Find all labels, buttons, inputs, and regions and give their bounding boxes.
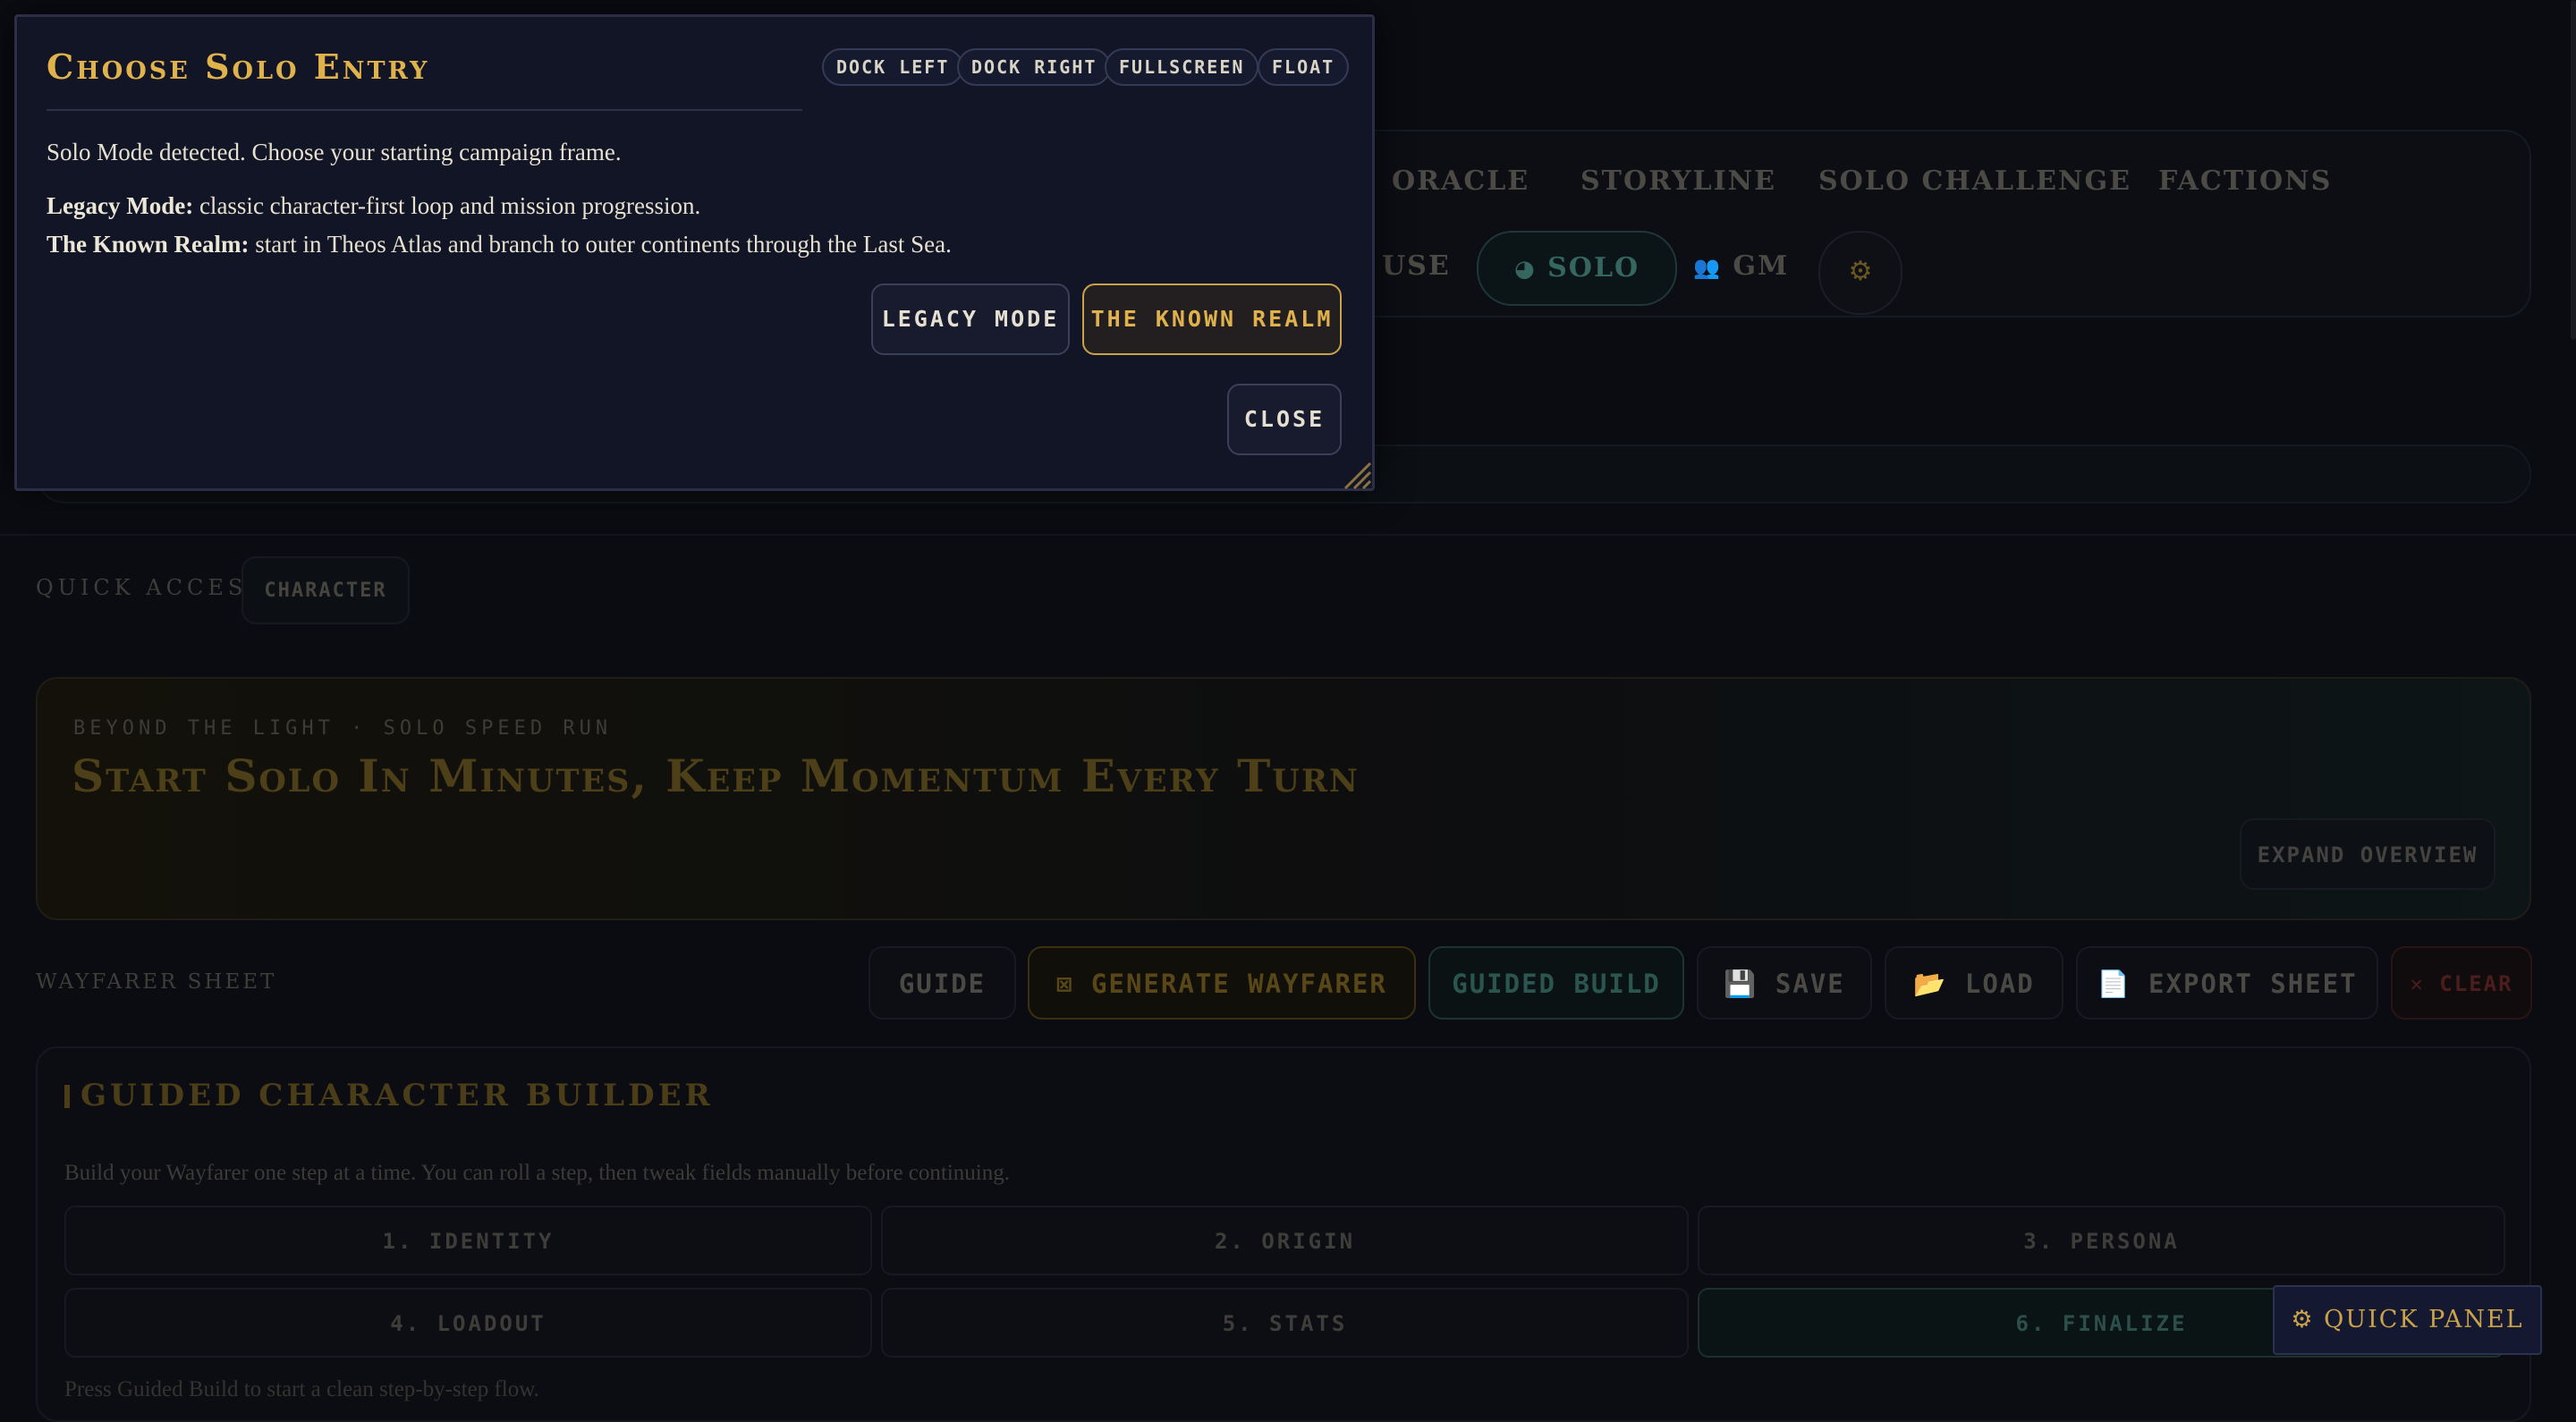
step-loadout[interactable]: 4. LOADOUT [64, 1288, 872, 1358]
float-button[interactable]: FLOAT [1258, 48, 1350, 86]
mode-solo-label: SOLO [1547, 252, 1640, 284]
expand-overview-button[interactable]: EXPAND OVERVIEW [2240, 818, 2496, 890]
mode-solo[interactable]: ◕ SOLO [1477, 231, 1678, 306]
tab-factions[interactable]: FACTIONS [2158, 164, 2332, 199]
tab-storyline[interactable]: STORYLINE [1580, 164, 1776, 199]
generate-wayfarer-button[interactable]: ⊠ GENERATE WAYFARER [1028, 946, 1416, 1020]
users-icon: 👥 [1693, 254, 1722, 280]
legacy-text: classic character-first loop and mission… [193, 192, 701, 219]
tab-oracle[interactable]: ORACLE [1392, 164, 1530, 199]
builder-footer: Press Guided Build to start a clean step… [64, 1377, 539, 1401]
guide-button[interactable]: GUIDE [869, 946, 1016, 1020]
modal-intro: Solo Mode detected. Choose your starting… [47, 139, 622, 165]
mode-gm-label: GM [1733, 250, 1790, 282]
legacy-label: Legacy Mode: [47, 192, 194, 219]
realm-description: The Known Realm: start in Theos Atlas an… [47, 231, 952, 258]
known-realm-button[interactable]: THE KNOWN REALM [1082, 284, 1342, 355]
dock-right-button[interactable]: DOCK RIGHT [957, 48, 1112, 86]
hero-title: Start Solo In Minutes, Keep Momentum Eve… [72, 749, 1360, 802]
quick-access-label: QUICK ACCESS [36, 575, 267, 600]
wayfarer-sheet-label: WAYFARER SHEET [36, 970, 277, 994]
legacy-mode-button[interactable]: LEGACY MODE [871, 284, 1070, 355]
fullscreen-button[interactable]: FULLSCREEN [1105, 48, 1259, 86]
builder-title: GUIDED CHARACTER BUILDER [80, 1078, 714, 1113]
realm-text: start in Theos Atlas and branch to outer… [249, 231, 952, 258]
hero-kicker: BEYOND THE LIGHT · SOLO SPEED RUN [73, 717, 613, 740]
mode-gm[interactable]: 👥 GM [1693, 231, 1789, 302]
scrollbar[interactable] [2571, 0, 2576, 340]
builder-description: Build your Wayfarer one step at a time. … [64, 1161, 1010, 1185]
guided-build-button[interactable]: GUIDED BUILD [1428, 946, 1684, 1020]
clear-button[interactable]: ✕ CLEAR [2391, 946, 2532, 1020]
step-identity[interactable]: 1. IDENTITY [64, 1206, 872, 1275]
gear-icon: ⚙ [1848, 256, 1873, 287]
dock-left-button[interactable]: DOCK LEFT [822, 48, 964, 86]
divider [0, 534, 2576, 536]
step-persona[interactable]: 3. PERSONA [1698, 1206, 2505, 1275]
step-stats[interactable]: 5. STATS [881, 1288, 1689, 1358]
save-button[interactable]: 💾 SAVE [1697, 946, 1872, 1020]
tab-solo-challenge[interactable]: SOLO CHALLENGE [1818, 164, 2131, 199]
builder-title-marker [64, 1085, 70, 1108]
quick-panel-button[interactable]: ⚙ QUICK PANEL [2273, 1285, 2542, 1355]
close-button[interactable]: CLOSE [1227, 384, 1342, 455]
resize-handle-icon[interactable] [1342, 460, 1372, 490]
mode-use[interactable]: USE [1382, 231, 1451, 302]
export-sheet-button[interactable]: 📄 EXPORT SHEET [2076, 946, 2378, 1020]
modal-title: Choose Solo Entry [47, 47, 430, 87]
legacy-description: Legacy Mode: classic character-first loo… [47, 192, 700, 220]
title-divider [47, 109, 802, 111]
compass-icon: ◕ [1514, 256, 1537, 283]
step-origin[interactable]: 2. ORIGIN [881, 1206, 1689, 1275]
settings-button[interactable]: ⚙ [1818, 231, 1902, 315]
realm-label: The Known Realm: [47, 231, 250, 258]
quick-access-character[interactable]: CHARACTER [242, 556, 410, 624]
load-button[interactable]: 📂 LOAD [1885, 946, 2063, 1020]
